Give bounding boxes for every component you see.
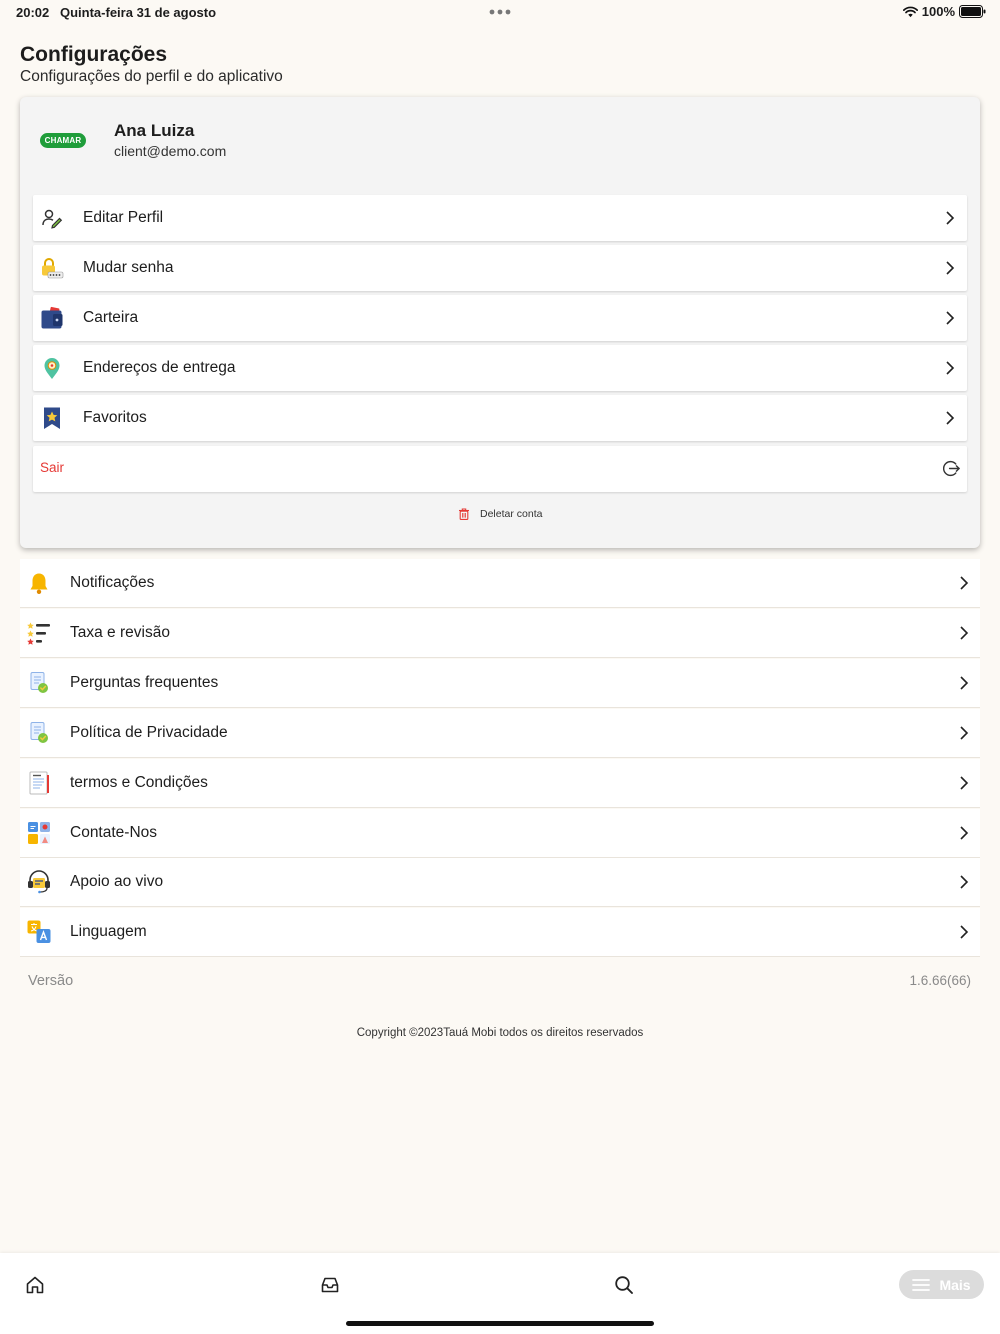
- settings-item-label: Contate-Nos: [70, 824, 158, 841]
- copyright-text: Copyright ©2023Tauá Mobi todos os direit…: [356, 1027, 644, 1039]
- live-support-icon: [28, 870, 50, 894]
- battery-percent: 100%: [921, 4, 955, 19]
- settings-item-terms-conditions[interactable]: termos e Condições: [20, 759, 980, 808]
- more-menu-button[interactable]: Mais: [899, 1270, 984, 1299]
- menu-item-label: Carteira: [83, 309, 139, 326]
- version-label: Versão: [28, 973, 74, 989]
- logout-button[interactable]: Sair: [33, 446, 967, 492]
- chevron-right-icon: [960, 776, 969, 790]
- menu-item-wallet[interactable]: Carteira: [33, 295, 967, 341]
- chevron-right-icon: [946, 311, 955, 325]
- location-pin-icon: [44, 358, 60, 379]
- logout-icon: [943, 460, 960, 477]
- logout-label: Sair: [40, 460, 65, 475]
- menu-item-label: Editar Perfil: [83, 209, 164, 226]
- settings-item-faq[interactable]: Perguntas frequentes: [20, 659, 980, 708]
- chevron-right-icon: [946, 411, 955, 425]
- delete-account-label: Deletar conta: [480, 508, 543, 520]
- inbox-icon[interactable]: [320, 1275, 340, 1295]
- status-time: 20:02: [16, 5, 50, 20]
- settings-item-live-support[interactable]: Apoio ao vivo: [20, 858, 980, 907]
- user-name: Ana Luiza: [114, 121, 195, 140]
- contact-icon: [28, 822, 50, 844]
- hamburger-menu-icon: [912, 1278, 931, 1291]
- delete-account-button[interactable]: Deletar conta: [458, 508, 542, 520]
- battery-icon: [959, 5, 986, 18]
- menu-item-label: Endereços de entrega: [83, 359, 236, 376]
- home-icon[interactable]: [25, 1275, 45, 1295]
- settings-item-rate-review[interactable]: Taxa e revisão: [20, 609, 980, 658]
- faq-document-icon: [30, 672, 48, 693]
- settings-item-label: Apoio ao vivo: [70, 873, 164, 890]
- page-title: Configurações: [20, 43, 168, 66]
- password-lock-icon: [42, 258, 64, 279]
- wifi-icon: [902, 6, 918, 17]
- chevron-right-icon: [960, 626, 969, 640]
- page-subtitle: Configurações do perfil e do aplicativo: [20, 68, 283, 85]
- settings-item-label: Perguntas frequentes: [70, 674, 219, 691]
- profile-card: CHAMAR Ana Luiza client@demo.com Editar …: [20, 97, 980, 548]
- settings-item-contact-us[interactable]: Contate-Nos: [20, 809, 980, 858]
- chevron-right-icon: [960, 576, 969, 590]
- chevron-right-icon: [946, 211, 955, 225]
- settings-item-label: Linguagem: [70, 923, 147, 940]
- status-indicators: 100%: [902, 4, 986, 19]
- trash-icon: [459, 508, 469, 520]
- chevron-right-icon: [960, 826, 969, 840]
- chevron-right-icon: [960, 875, 969, 889]
- settings-item-privacy-policy[interactable]: Política de Privacidade: [20, 709, 980, 758]
- settings-item-language[interactable]: Linguagem: [20, 908, 980, 957]
- user-email: client@demo.com: [114, 143, 227, 159]
- home-indicator[interactable]: [346, 1321, 654, 1326]
- chevron-right-icon: [960, 726, 969, 740]
- chevron-right-icon: [960, 925, 969, 939]
- settings-item-label: Notificações: [70, 574, 155, 591]
- version-value: 1.6.66(66): [909, 973, 971, 988]
- language-icon: [27, 920, 51, 943]
- rating-icon: [27, 622, 50, 645]
- settings-item-label: Taxa e revisão: [70, 624, 170, 641]
- settings-item-label: Política de Privacidade: [70, 724, 228, 741]
- privacy-document-icon: [30, 722, 48, 743]
- status-bar: 20:02 Quinta-feira 31 de agosto 100%: [0, 0, 1000, 24]
- status-date: Quinta-feira 31 de agosto: [60, 5, 217, 20]
- menu-item-delivery-addresses[interactable]: Endereços de entrega: [33, 345, 967, 391]
- chevron-right-icon: [946, 261, 955, 275]
- menu-item-label: Mudar senha: [83, 259, 174, 276]
- menu-item-change-password[interactable]: Mudar senha: [33, 245, 967, 291]
- more-menu-label: Mais: [939, 1276, 971, 1293]
- menu-item-label: Favoritos: [83, 409, 147, 426]
- chevron-right-icon: [946, 361, 955, 375]
- favorites-bookmark-icon: [44, 407, 60, 429]
- settings-item-notifications[interactable]: Notificações: [20, 559, 980, 608]
- menu-item-edit-profile[interactable]: Editar Perfil: [33, 195, 967, 241]
- edit-profile-icon: [42, 209, 63, 229]
- chevron-right-icon: [960, 676, 969, 690]
- bell-icon: [30, 573, 48, 594]
- menu-item-favorites[interactable]: Favoritos: [33, 395, 967, 441]
- search-icon[interactable]: [614, 1275, 634, 1295]
- settings-item-label: termos e Condições: [70, 774, 208, 791]
- multitasking-dots-icon[interactable]: [489, 9, 511, 15]
- brand-logo: CHAMAR: [40, 133, 86, 148]
- wallet-icon: [41, 306, 63, 329]
- terms-document-icon: [29, 771, 49, 795]
